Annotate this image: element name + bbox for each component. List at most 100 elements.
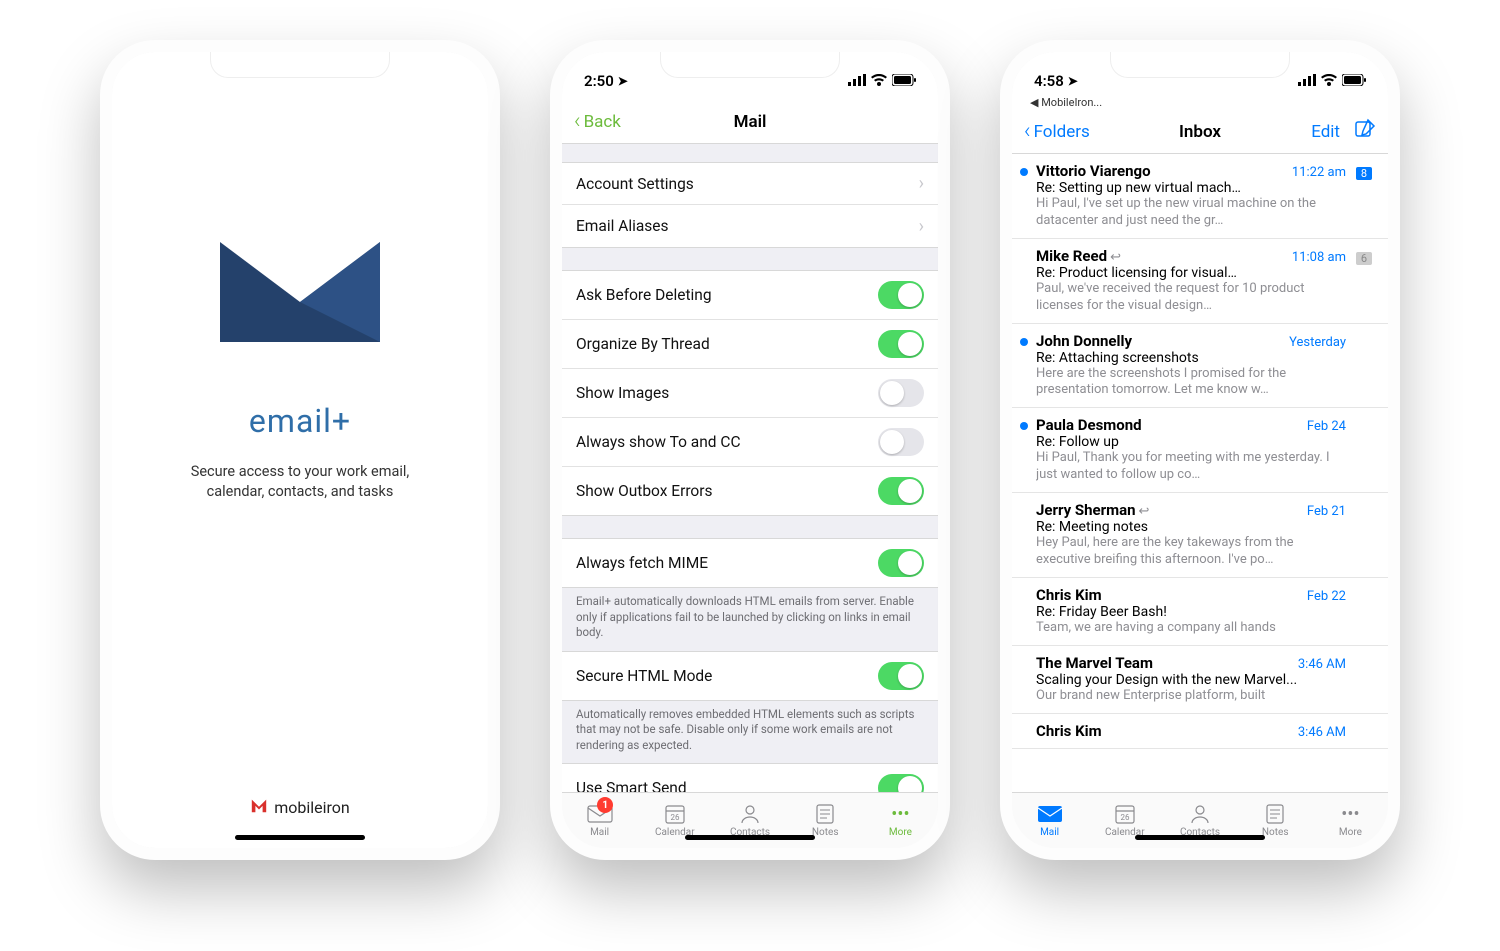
row-toggle[interactable]: Always show To and CC — [562, 418, 938, 467]
toggle[interactable] — [878, 428, 924, 456]
nav-title: Inbox — [1179, 122, 1221, 142]
unread-indicator — [1018, 162, 1030, 230]
notch — [210, 50, 390, 78]
message-preview: Hi Paul, I've set up the new virual mach… — [1036, 196, 1346, 230]
row-email-aliases[interactable]: Email Aliases › — [562, 205, 938, 247]
edit-button[interactable]: Edit — [1311, 122, 1340, 142]
message-row[interactable]: Paula DesmondFeb 24Re: Follow upHi Paul,… — [1012, 408, 1388, 493]
home-indicator[interactable] — [685, 835, 815, 840]
toggle[interactable] — [878, 330, 924, 358]
message-preview: Paul, we've received the request for 10 … — [1036, 281, 1346, 315]
message-time: 11:22 am — [1292, 165, 1346, 180]
home-indicator[interactable] — [1135, 835, 1265, 840]
row-toggle[interactable]: Show Outbox Errors — [562, 467, 938, 515]
nav-back-button[interactable]: ‹ Back — [574, 109, 734, 134]
message-subject: Re: Follow up — [1036, 434, 1346, 450]
message-row[interactable]: John DonnellyYesterdayRe: Attaching scre… — [1012, 324, 1388, 409]
message-subject: Re: Friday Beer Bash! — [1036, 604, 1346, 620]
chevron-right-icon: › — [919, 173, 924, 194]
toggle[interactable] — [878, 774, 924, 792]
message-subject: Re: Attaching screenshots — [1036, 350, 1346, 366]
message-from: Vittorio Viarengo — [1036, 162, 1286, 180]
location-icon: ➤ — [618, 74, 628, 88]
message-row[interactable]: Chris Kim 3:46 AM — [1012, 714, 1388, 749]
battery-icon — [892, 72, 916, 90]
toggle[interactable] — [878, 281, 924, 309]
chevron-left-icon: ‹ — [1024, 119, 1031, 144]
app-subtitle: Secure access to your work email, calend… — [191, 462, 409, 503]
contacts-icon — [739, 803, 761, 825]
status-time: 4:58 — [1034, 72, 1064, 90]
message-time: Feb 24 — [1307, 419, 1346, 434]
row-label: Ask Before Deleting — [576, 286, 878, 304]
tab-mail[interactable]: Mail — [1012, 793, 1087, 848]
battery-icon — [1342, 72, 1366, 90]
message-from: Paula Desmond — [1036, 416, 1301, 434]
row-toggle[interactable]: Show Images — [562, 369, 938, 418]
svg-text:26: 26 — [670, 813, 679, 822]
tab-more[interactable]: ••• More — [863, 793, 938, 848]
unread-indicator — [1018, 416, 1030, 484]
message-from: Chris Kim — [1036, 586, 1301, 604]
cellular-icon — [1298, 72, 1316, 90]
notes-icon — [815, 803, 835, 825]
tab-mail[interactable]: 1 Mail — [562, 793, 637, 848]
row-label: Show Outbox Errors — [576, 482, 878, 500]
reply-icon: ↩ — [1139, 504, 1150, 519]
row-toggle[interactable]: Organize By Thread — [562, 320, 938, 369]
notch — [660, 50, 840, 78]
row-toggle[interactable]: Ask Before Deleting — [562, 271, 938, 320]
toggle[interactable] — [878, 379, 924, 407]
location-icon: ➤ — [1068, 74, 1078, 88]
row-label: Always show To and CC — [576, 433, 878, 451]
message-row[interactable]: Vittorio Viarengo11:22 amRe: Setting up … — [1012, 154, 1388, 239]
chevron-left-icon: ‹ — [574, 109, 581, 134]
phone-settings: 2:50 ➤ ‹ Back Mail — [550, 40, 950, 860]
status-time: 2:50 — [584, 72, 614, 90]
message-subject: Re: Meeting notes — [1036, 519, 1346, 535]
phone-splash: email+ Secure access to your work email,… — [100, 40, 500, 860]
compose-icon[interactable] — [1354, 118, 1376, 145]
settings-group-secure-html: Secure HTML Mode — [562, 651, 938, 701]
message-row[interactable]: The Marvel Team 3:46 AMScaling your Desig… — [1012, 646, 1388, 714]
chevron-right-icon: › — [919, 216, 924, 237]
message-from: Mike Reed↩ — [1036, 247, 1286, 265]
settings-group-smart-send: Use Smart Send — [562, 763, 938, 792]
settings-group-mime: Always fetch MIME — [562, 538, 938, 588]
message-time: 3:46 AM — [1298, 657, 1346, 672]
row-account-settings[interactable]: Account Settings › — [562, 163, 938, 205]
back-to-app[interactable]: ◀ MobileIron... — [1030, 96, 1102, 109]
message-time: Feb 22 — [1307, 589, 1346, 604]
message-from: Chris Kim — [1036, 722, 1292, 740]
nav-back-button[interactable]: ‹ Folders — [1024, 119, 1179, 144]
message-row[interactable]: Chris Kim Feb 22Re: Friday Beer Bash!Team… — [1012, 578, 1388, 646]
unread-indicator — [1018, 247, 1030, 315]
inbox-list[interactable]: Vittorio Viarengo11:22 amRe: Setting up … — [1012, 154, 1388, 792]
message-subject: Scaling your Design with the new Marvel.… — [1036, 672, 1346, 688]
message-subject: Re: Product licensing for visual… — [1036, 265, 1346, 281]
row-use-smart-send[interactable]: Use Smart Send — [562, 764, 938, 792]
thread-count-badge: 6 — [1356, 252, 1372, 265]
toggle[interactable] — [878, 662, 924, 690]
tab-more[interactable]: ••• More — [1313, 793, 1388, 848]
navbar: ‹ Back Mail — [562, 100, 938, 144]
unread-indicator — [1018, 332, 1030, 400]
toggle[interactable] — [878, 549, 924, 577]
app-title: email+ — [249, 402, 351, 440]
unread-indicator — [1018, 586, 1030, 637]
message-row[interactable]: Jerry Sherman↩Feb 21Re: Meeting notesHey… — [1012, 493, 1388, 578]
message-preview: Here are the screenshots I promised for … — [1036, 366, 1346, 400]
wifi-icon — [1321, 72, 1337, 90]
row-always-fetch-mime[interactable]: Always fetch MIME — [562, 539, 938, 587]
navbar: ‹ Folders Inbox Edit — [1012, 110, 1388, 154]
toggle[interactable] — [878, 477, 924, 505]
mobileiron-icon — [250, 796, 268, 818]
message-from: The Marvel Team — [1036, 654, 1292, 672]
message-from: Jerry Sherman↩ — [1036, 501, 1301, 519]
message-time: 3:46 AM — [1298, 725, 1346, 740]
row-secure-html-mode[interactable]: Secure HTML Mode — [562, 652, 938, 700]
message-preview: Team, we are having a company all hands — [1036, 620, 1346, 637]
home-indicator[interactable] — [235, 835, 365, 840]
row-label: Show Images — [576, 384, 878, 402]
message-row[interactable]: Mike Reed↩11:08 amRe: Product licensing … — [1012, 239, 1388, 324]
